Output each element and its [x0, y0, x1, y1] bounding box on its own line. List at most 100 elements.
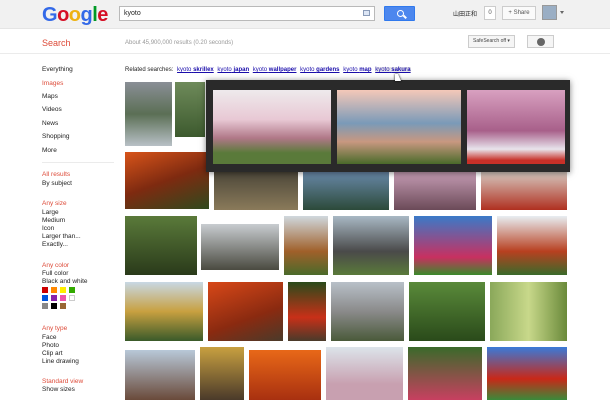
image-result[interactable] — [481, 170, 567, 210]
preview-image[interactable] — [213, 90, 331, 164]
filter-full-color[interactable]: Full color — [42, 270, 68, 277]
filter-all-results[interactable]: All results — [42, 171, 70, 178]
sidebar-item-videos[interactable]: Videos — [42, 106, 62, 113]
page-title: Search — [42, 38, 71, 48]
related-search-link[interactable]: kyoto wallpaper — [253, 67, 297, 73]
image-result[interactable] — [214, 170, 298, 210]
filter-any-size[interactable]: Any size — [42, 200, 67, 207]
image-result[interactable] — [125, 282, 203, 341]
image-result[interactable] — [201, 224, 279, 270]
sidebar-item-more[interactable]: More — [42, 147, 57, 154]
related-searches: Related searches: kyoto skrillex kyoto j… — [125, 67, 411, 73]
related-bold: gardens — [316, 67, 340, 73]
image-result[interactable] — [175, 82, 205, 137]
related-bold: wallpaper — [268, 67, 297, 73]
related-base: kyoto — [300, 67, 315, 73]
preview-image[interactable] — [337, 90, 461, 164]
filter-medium[interactable]: Medium — [42, 217, 65, 224]
related-search-link[interactable]: kyoto skrillex — [177, 67, 214, 73]
keyboard-icon[interactable] — [363, 10, 370, 16]
color-swatch-purple[interactable] — [51, 295, 57, 301]
logo-letter: o — [57, 4, 69, 26]
image-result[interactable] — [414, 216, 492, 275]
image-result[interactable] — [200, 347, 244, 400]
filter-icon[interactable]: Icon — [42, 225, 54, 232]
image-result[interactable] — [125, 216, 197, 275]
image-result[interactable] — [284, 216, 328, 275]
filter-any-type[interactable]: Any type — [42, 325, 67, 332]
search-button[interactable] — [384, 6, 415, 21]
image-result[interactable] — [394, 170, 476, 210]
filter-clip-art[interactable]: Clip art — [42, 350, 63, 357]
filter-larger-than[interactable]: Larger than... — [42, 233, 81, 240]
gear-icon[interactable] — [527, 35, 554, 48]
filter-exactly[interactable]: Exactly... — [42, 241, 68, 248]
related-base: kyoto — [375, 67, 390, 73]
result-stats: About 45,900,000 results (0.20 seconds) — [125, 40, 234, 46]
related-bold: japan — [233, 67, 250, 73]
share-button[interactable]: + Share — [502, 6, 536, 20]
preview-image[interactable] — [467, 90, 565, 164]
image-result[interactable] — [326, 347, 403, 400]
image-result[interactable] — [497, 216, 567, 275]
image-result[interactable] — [303, 170, 389, 210]
sidebar-item-maps[interactable]: Maps — [42, 93, 58, 100]
image-result[interactable] — [125, 82, 172, 146]
related-base: kyoto — [252, 67, 268, 73]
image-result[interactable] — [333, 216, 409, 275]
sidebar-item-everything[interactable]: Everything — [42, 66, 73, 73]
image-result[interactable] — [208, 282, 283, 341]
filter-black-and-white[interactable]: Black and white — [42, 278, 88, 285]
related-base: kyoto — [177, 67, 192, 73]
filter-any-color[interactable]: Any color — [42, 262, 69, 269]
chevron-down-icon[interactable] — [560, 11, 564, 14]
google-logo[interactable]: Google — [42, 4, 108, 27]
filter-line-drawing[interactable]: Line drawing — [42, 358, 79, 365]
filter-photo[interactable]: Photo — [42, 342, 59, 349]
related-bold: sakura — [391, 67, 411, 73]
user-name[interactable]: 山田正和 — [453, 9, 477, 18]
related-search-link[interactable]: kyoto gardens — [300, 67, 339, 73]
related-search-link[interactable]: kyoto japan — [217, 67, 249, 73]
color-swatch-brown[interactable] — [60, 303, 66, 309]
color-swatch-white[interactable] — [69, 295, 75, 301]
related-search-preview[interactable] — [206, 80, 570, 172]
safesearch-button[interactable]: SafeSearch off ▾ — [468, 35, 515, 48]
image-result[interactable] — [288, 282, 326, 341]
image-result[interactable] — [125, 350, 195, 400]
related-search-link[interactable]: kyoto map — [343, 67, 371, 73]
logo-letter: g — [80, 4, 93, 26]
sidebar-item-images[interactable]: Images — [42, 80, 63, 87]
color-swatch-black[interactable] — [51, 303, 57, 309]
filter-by-subject[interactable]: By subject — [42, 180, 72, 187]
color-swatch-red[interactable] — [42, 287, 48, 293]
filter-show-sizes[interactable]: Show sizes — [42, 386, 75, 393]
related-search-link[interactable]: kyoto sakura — [375, 67, 411, 73]
image-result[interactable] — [249, 350, 321, 400]
color-swatch-gray[interactable] — [42, 303, 48, 309]
top-bar: Google kyoto 山田正和 0 + Share — [0, 0, 610, 29]
image-result[interactable] — [125, 152, 209, 209]
color-swatch-blue[interactable] — [42, 295, 48, 301]
filter-large[interactable]: Large — [42, 209, 59, 216]
sidebar-item-shopping[interactable]: Shopping — [42, 133, 69, 140]
notification-count-button[interactable]: 0 — [484, 6, 496, 20]
logo-letter: G — [42, 4, 58, 26]
sidebar-item-news[interactable]: News — [42, 120, 58, 127]
search-input[interactable]: kyoto — [119, 6, 375, 21]
image-result[interactable] — [331, 282, 404, 341]
image-result[interactable] — [409, 282, 485, 341]
color-swatch-green[interactable] — [69, 287, 75, 293]
image-result[interactable] — [487, 347, 567, 400]
mouse-cursor — [395, 74, 401, 81]
color-swatch-orange[interactable] — [51, 287, 57, 293]
related-base: kyoto — [217, 67, 232, 73]
filter-face[interactable]: Face — [42, 334, 56, 341]
subheader-bar: Search About 45,900,000 results (0.20 se… — [0, 29, 610, 54]
avatar[interactable] — [542, 5, 557, 20]
color-swatch-pink[interactable] — [60, 295, 66, 301]
filter-standard-view[interactable]: Standard view — [42, 378, 83, 385]
color-swatch-yellow[interactable] — [60, 287, 66, 293]
image-result[interactable] — [408, 347, 482, 400]
image-result[interactable] — [490, 282, 567, 341]
